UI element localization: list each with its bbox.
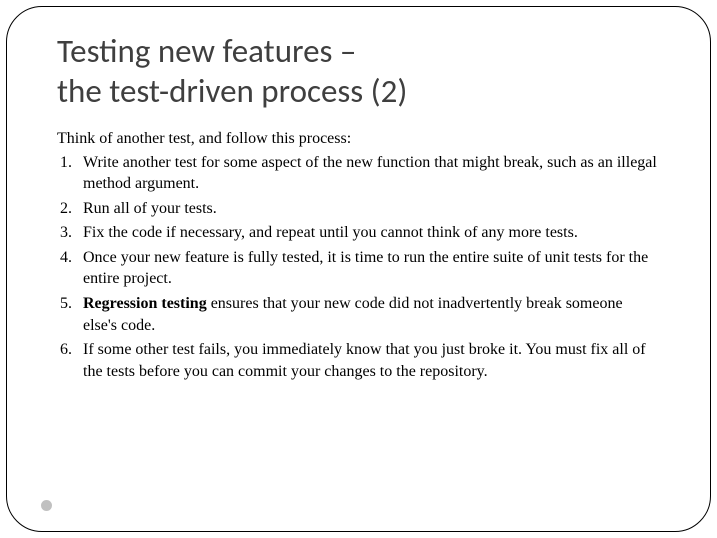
list-item: Regression testing ensures that your new… [57,293,660,336]
title-line-1: Testing new features – [57,31,356,71]
list-item-text: Write another test for some aspect of th… [83,154,657,193]
list-item: If some other test fails, you immediatel… [57,339,660,382]
list-item-text: Fix the code if necessary, and repeat un… [83,224,578,241]
list-item: Fix the code if necessary, and repeat un… [57,222,660,244]
list-item: Once your new feature is fully tested, i… [57,247,660,290]
bold-term: Regression testing [83,295,207,312]
slide-frame: Testing new features – the test-driven p… [6,6,711,532]
list-item-text: If some other test fails, you immediatel… [83,341,646,380]
list-item-text: Once your new feature is fully tested, i… [83,249,648,288]
list-item: Write another test for some aspect of th… [57,152,660,195]
slide-title: Testing new features – the test-driven p… [57,31,660,112]
page-indicator-icon [41,500,52,511]
intro-text: Think of another test, and follow this p… [57,130,660,148]
process-list: Write another test for some aspect of th… [57,152,660,383]
list-item: Run all of your tests. [57,198,660,220]
title-line-2: the test-driven process (2) [57,71,407,111]
list-item-text: Run all of your tests. [83,200,217,217]
